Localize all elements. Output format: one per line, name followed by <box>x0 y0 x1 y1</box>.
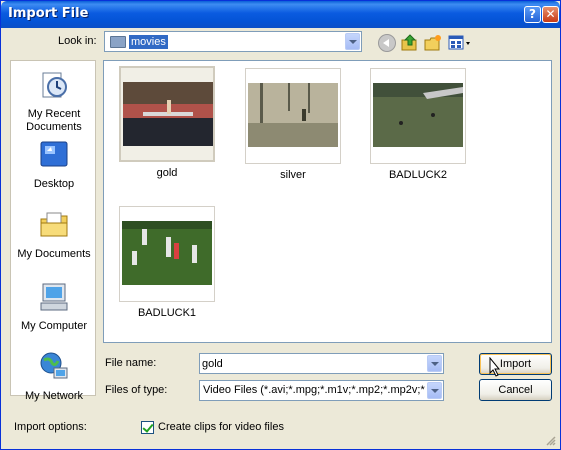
thumbnail-frame <box>370 68 466 164</box>
file-name-label: File name: <box>105 357 157 369</box>
look-in-dropdown[interactable]: movies <box>104 31 362 52</box>
my-computer-icon <box>40 283 68 311</box>
create-clips-checkbox[interactable] <box>141 421 154 434</box>
back-icon[interactable] <box>378 34 396 52</box>
place-label: Desktop <box>33 178 75 190</box>
place-desktop[interactable]: Desktop <box>11 139 97 191</box>
thumbnail-frame <box>119 206 215 302</box>
import-options-label: Import options: <box>14 421 87 433</box>
place-label: My Recent Documents <box>26 108 82 133</box>
create-clips-label[interactable]: Create clips for video files <box>158 421 284 433</box>
help-button[interactable]: ? <box>524 6 541 23</box>
chevron-down-icon[interactable] <box>427 382 442 399</box>
file-name: BADLUCK1 <box>137 307 197 319</box>
mouse-cursor-icon <box>489 357 501 377</box>
folder-icon <box>110 36 126 48</box>
files-of-type-label: Files of type: <box>105 384 168 396</box>
window-title: Import File <box>8 6 89 21</box>
new-folder-icon[interactable] <box>424 34 442 52</box>
place-label: My Network <box>24 390 84 402</box>
places-bar: My Recent Documents Desktop My Documents <box>10 60 97 402</box>
title-bar[interactable]: Import File ? ✕ <box>1 1 560 28</box>
look-in-label: Look in: <box>58 35 97 47</box>
file-name: silver <box>280 169 306 181</box>
files-of-type-dropdown[interactable]: Video Files (*.avi;*.mpg;*.m1v;*.mp2;*.m… <box>199 380 444 401</box>
place-my-recent-documents[interactable]: My Recent Documents <box>11 69 97 134</box>
file-name: gold <box>156 167 178 179</box>
files-of-type-value: Video Files (*.avi;*.mpg;*.m1v;*.mp2;*.m… <box>203 384 425 396</box>
file-name: BADLUCK2 <box>388 169 448 181</box>
views-menu-icon[interactable] <box>448 34 472 52</box>
my-network-icon <box>40 352 68 379</box>
video-thumbnail <box>373 83 463 147</box>
place-label: My Documents <box>17 248 91 260</box>
video-thumbnail <box>123 82 213 146</box>
video-thumbnail <box>122 221 212 285</box>
file-item[interactable]: BADLUCK1 <box>119 206 215 319</box>
close-button[interactable]: ✕ <box>542 6 559 23</box>
import-file-dialog: Import File ? ✕ Look in: movies My Recen… <box>0 0 561 450</box>
chevron-down-icon[interactable] <box>427 355 442 372</box>
resize-grip-icon[interactable] <box>546 436 556 446</box>
place-my-network[interactable]: My Network <box>11 351 97 403</box>
file-item[interactable]: silver <box>245 68 341 181</box>
desktop-icon <box>40 141 68 167</box>
video-thumbnail <box>248 83 338 147</box>
place-label: My Computer <box>20 320 88 332</box>
file-name-field[interactable] <box>199 353 444 374</box>
thumbnail-frame <box>119 66 215 162</box>
thumbnail-frame <box>245 68 341 164</box>
recent-documents-icon <box>42 72 67 98</box>
file-item[interactable]: gold <box>119 66 215 179</box>
my-documents-icon <box>40 212 68 237</box>
place-my-computer[interactable]: My Computer <box>11 281 97 333</box>
look-in-value: movies <box>129 35 168 49</box>
place-my-documents[interactable]: My Documents <box>11 209 97 261</box>
file-name-input[interactable] <box>202 356 424 371</box>
cancel-button[interactable]: Cancel <box>479 379 552 401</box>
file-list[interactable]: gold silver BADLUCK2 BADLUCK1 <box>103 60 552 343</box>
chevron-down-icon[interactable] <box>345 33 360 50</box>
file-item[interactable]: BADLUCK2 <box>370 68 466 181</box>
up-folder-icon[interactable] <box>401 34 419 52</box>
